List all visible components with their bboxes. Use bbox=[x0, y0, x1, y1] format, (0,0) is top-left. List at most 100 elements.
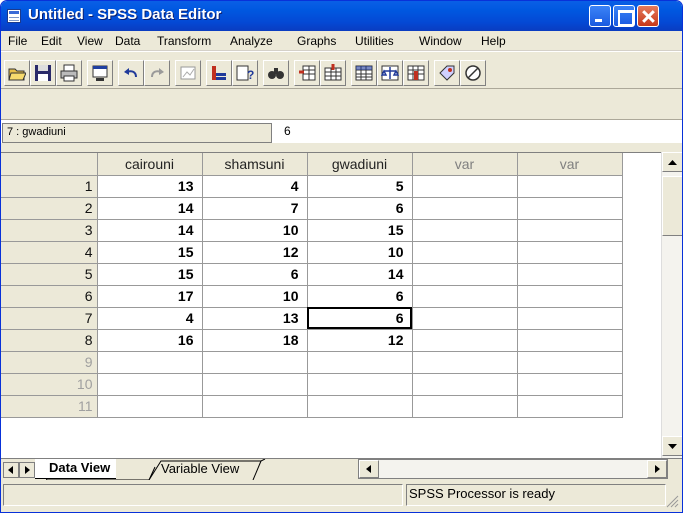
menu-utilities[interactable]: Utilities bbox=[355, 34, 394, 48]
goto-chart-icon[interactable] bbox=[175, 60, 201, 86]
cell-cairouni[interactable]: 14 bbox=[97, 197, 203, 220]
menu-window[interactable]: Window bbox=[419, 34, 462, 48]
split-file-icon[interactable] bbox=[351, 60, 377, 86]
cell-cairouni[interactable]: 15 bbox=[97, 263, 203, 286]
cell-gwadiuni[interactable]: 12 bbox=[307, 329, 413, 352]
row-header[interactable]: 7 bbox=[1, 307, 98, 330]
cell-cairouni[interactable]: 17 bbox=[97, 285, 203, 308]
cell-empty[interactable] bbox=[412, 373, 518, 396]
column-header-var[interactable]: var bbox=[412, 153, 518, 176]
menu-edit[interactable]: Edit bbox=[41, 34, 62, 48]
cell-empty[interactable] bbox=[517, 373, 623, 396]
dialog-recall-icon[interactable] bbox=[87, 60, 113, 86]
menu-graphs[interactable]: Graphs bbox=[297, 34, 336, 48]
cell-gwadiuni[interactable] bbox=[307, 395, 413, 418]
cell-empty[interactable] bbox=[517, 219, 623, 242]
cell-shamsuni[interactable] bbox=[202, 373, 308, 396]
cell-empty[interactable] bbox=[412, 395, 518, 418]
cell-shamsuni[interactable]: 10 bbox=[202, 219, 308, 242]
menu-transform[interactable]: Transform bbox=[157, 34, 211, 48]
cell-shamsuni[interactable]: 6 bbox=[202, 263, 308, 286]
cell-gwadiuni[interactable]: 6 bbox=[307, 307, 413, 330]
scroll-up-button[interactable] bbox=[662, 152, 682, 172]
goto-case-icon[interactable] bbox=[206, 60, 232, 86]
cell-shamsuni[interactable]: 10 bbox=[202, 285, 308, 308]
cell-shamsuni[interactable] bbox=[202, 395, 308, 418]
cell-cairouni[interactable]: 4 bbox=[97, 307, 203, 330]
cell-shamsuni[interactable] bbox=[202, 351, 308, 374]
column-header-shamsuni[interactable]: shamsuni bbox=[202, 153, 308, 176]
maximize-button[interactable] bbox=[613, 5, 635, 27]
menu-file[interactable]: File bbox=[8, 34, 27, 48]
row-header[interactable]: 5 bbox=[1, 263, 98, 286]
title-bar[interactable]: Untitled - SPSS Data Editor bbox=[1, 1, 682, 31]
cell-empty[interactable] bbox=[517, 197, 623, 220]
cell-empty[interactable] bbox=[517, 241, 623, 264]
cell-shamsuni[interactable]: 4 bbox=[202, 175, 308, 198]
cell-empty[interactable] bbox=[412, 241, 518, 264]
scroll-right-button[interactable] bbox=[647, 460, 667, 478]
cell-shamsuni[interactable]: 13 bbox=[202, 307, 308, 330]
row-header[interactable]: 2 bbox=[1, 197, 98, 220]
row-header[interactable]: 3 bbox=[1, 219, 98, 242]
cell-empty[interactable] bbox=[517, 263, 623, 286]
cell-shamsuni[interactable]: 12 bbox=[202, 241, 308, 264]
cell-gwadiuni[interactable]: 6 bbox=[307, 285, 413, 308]
tab-next-button[interactable] bbox=[19, 462, 35, 478]
corner-cell[interactable] bbox=[1, 153, 98, 176]
column-header-var[interactable]: var bbox=[517, 153, 623, 176]
tab-data-view[interactable]: Data View bbox=[35, 459, 117, 479]
undo-icon[interactable] bbox=[118, 60, 144, 86]
scroll-down-button[interactable] bbox=[662, 436, 682, 456]
close-button[interactable] bbox=[637, 5, 659, 27]
scroll-left-button[interactable] bbox=[359, 460, 379, 478]
row-header[interactable]: 9 bbox=[1, 351, 98, 374]
cell-cairouni[interactable]: 15 bbox=[97, 241, 203, 264]
redo-icon[interactable] bbox=[144, 60, 170, 86]
cell-empty[interactable] bbox=[412, 329, 518, 352]
tab-prev-button[interactable] bbox=[3, 462, 19, 478]
scroll-thumb[interactable] bbox=[662, 176, 682, 236]
print-icon[interactable] bbox=[56, 60, 82, 86]
cell-empty[interactable] bbox=[517, 307, 623, 330]
cell-gwadiuni[interactable]: 15 bbox=[307, 219, 413, 242]
cell-shamsuni[interactable]: 7 bbox=[202, 197, 308, 220]
column-header-gwadiuni[interactable]: gwadiuni bbox=[307, 153, 413, 176]
horizontal-scrollbar[interactable] bbox=[358, 459, 668, 479]
row-header[interactable]: 4 bbox=[1, 241, 98, 264]
weight-cases-icon[interactable] bbox=[377, 60, 403, 86]
cell-empty[interactable] bbox=[412, 263, 518, 286]
cell-empty[interactable] bbox=[517, 351, 623, 374]
value-labels-icon[interactable] bbox=[434, 60, 460, 86]
insert-case-icon[interactable] bbox=[294, 60, 320, 86]
menu-analyze[interactable]: Analyze bbox=[230, 34, 273, 48]
cell-empty[interactable] bbox=[517, 175, 623, 198]
cell-cairouni[interactable]: 16 bbox=[97, 329, 203, 352]
row-header[interactable]: 8 bbox=[1, 329, 98, 352]
vertical-scrollbar[interactable] bbox=[661, 152, 682, 458]
cell-cairouni[interactable] bbox=[97, 373, 203, 396]
cell-gwadiuni[interactable]: 5 bbox=[307, 175, 413, 198]
row-header[interactable]: 10 bbox=[1, 373, 98, 396]
cell-gwadiuni[interactable]: 10 bbox=[307, 241, 413, 264]
tab-variable-view[interactable]: Variable View bbox=[149, 460, 249, 479]
cell-value-input[interactable]: 6 bbox=[279, 123, 682, 143]
cell-empty[interactable] bbox=[412, 351, 518, 374]
row-header[interactable]: 11 bbox=[1, 395, 98, 418]
cell-empty[interactable] bbox=[412, 285, 518, 308]
insert-variable-icon[interactable] bbox=[320, 60, 346, 86]
cell-empty[interactable] bbox=[412, 197, 518, 220]
cell-empty[interactable] bbox=[412, 219, 518, 242]
menu-data[interactable]: Data bbox=[115, 34, 140, 48]
cell-gwadiuni[interactable]: 14 bbox=[307, 263, 413, 286]
resize-grip-icon[interactable] bbox=[665, 494, 679, 508]
select-cases-icon[interactable] bbox=[403, 60, 429, 86]
cell-empty[interactable] bbox=[517, 329, 623, 352]
cell-empty[interactable] bbox=[412, 175, 518, 198]
column-header-cairouni[interactable]: cairouni bbox=[97, 153, 203, 176]
cell-empty[interactable] bbox=[517, 395, 623, 418]
cell-cairouni[interactable]: 13 bbox=[97, 175, 203, 198]
find-icon[interactable] bbox=[263, 60, 289, 86]
cell-cairouni[interactable]: 14 bbox=[97, 219, 203, 242]
row-header[interactable]: 1 bbox=[1, 175, 98, 198]
